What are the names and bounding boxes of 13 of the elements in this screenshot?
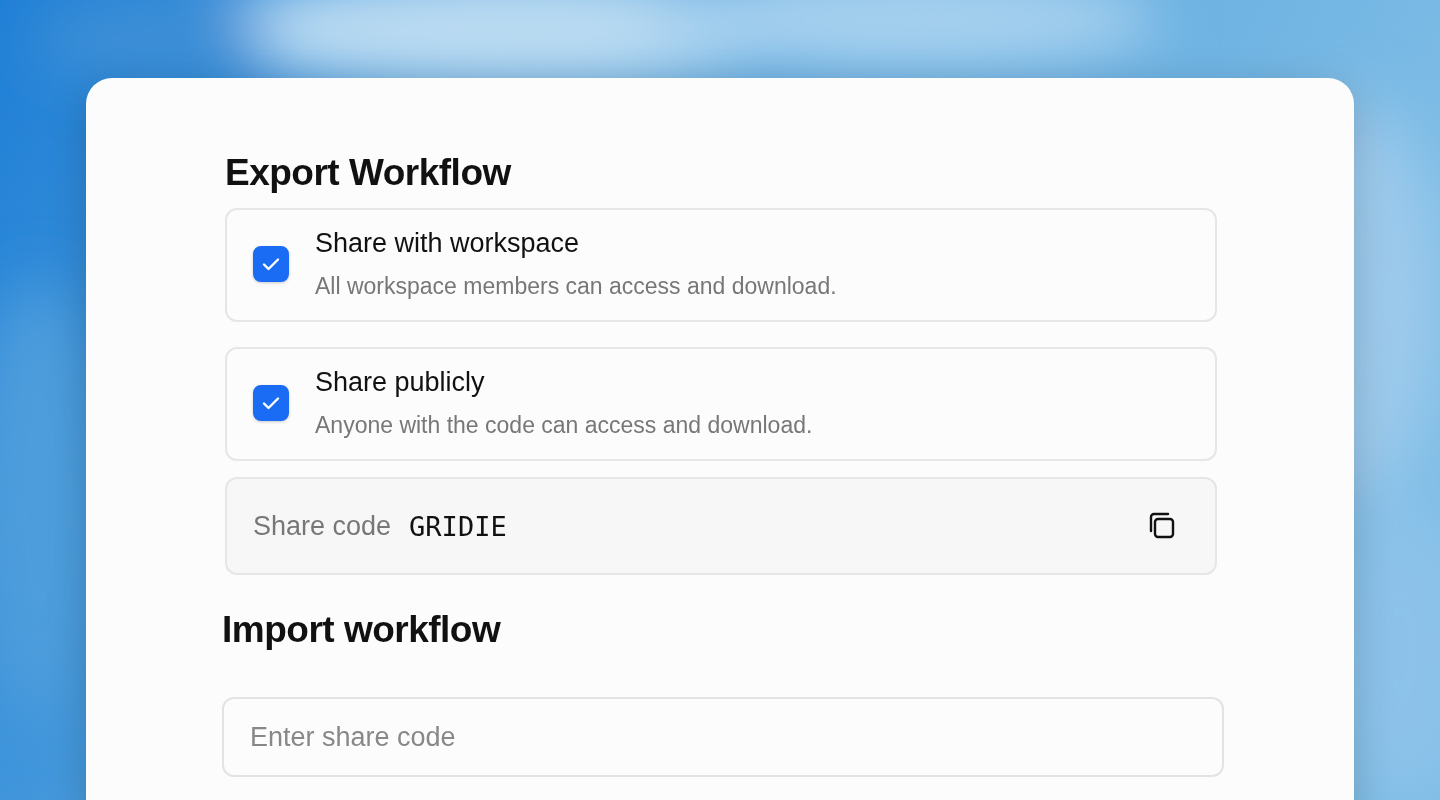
section-heading: Export Workflow (225, 152, 513, 194)
section-heading: Import workflow (222, 609, 502, 651)
option-label: Share publicly (315, 367, 486, 398)
share-code-input[interactable]: Enter share code (222, 697, 1224, 777)
option-description: All workspace members can access and download. (315, 273, 837, 300)
share-option[interactable]: Share with workspace All workspace members can access and download. (225, 208, 1217, 322)
share-code-label: Share code (253, 510, 392, 542)
share-code-value: GRIDIE (409, 510, 508, 542)
option-description: Anyone with the code can access and download. (315, 412, 813, 439)
checkbox[interactable] (253, 246, 289, 282)
checkbox[interactable] (253, 385, 289, 421)
share-option[interactable]: Share publicly Anyone with the code can access and download. (225, 347, 1217, 461)
option-label: Share with workspace (315, 228, 581, 259)
